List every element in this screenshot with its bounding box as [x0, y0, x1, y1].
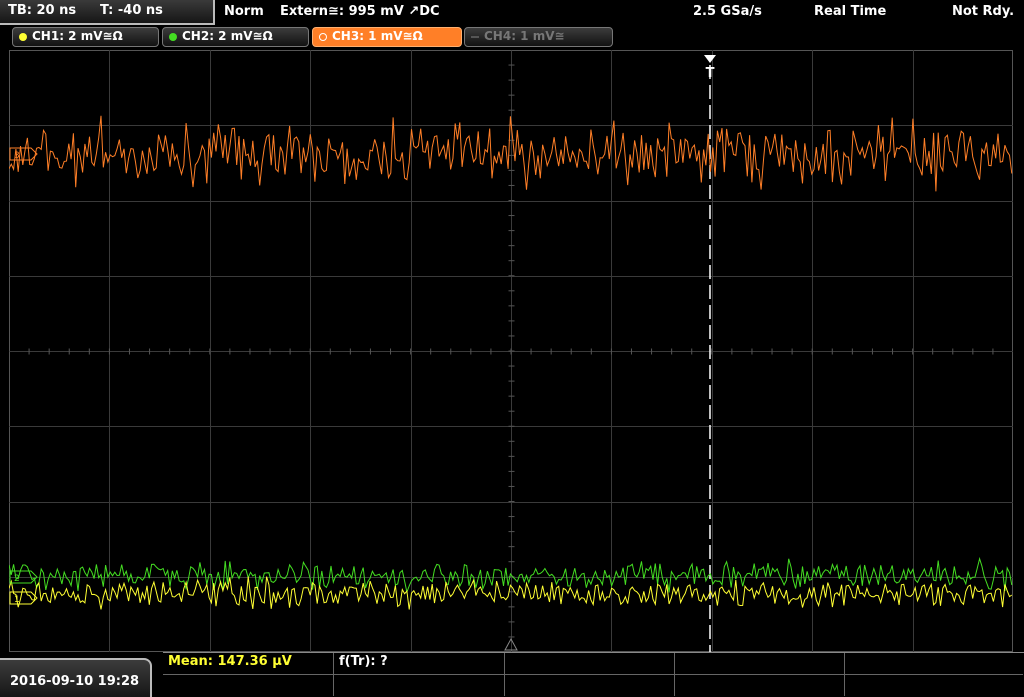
channel-1-button[interactable]: CH1: 2 mV≅Ω — [12, 27, 159, 47]
measurement-cell-3[interactable] — [505, 653, 675, 675]
measurement-cell-8[interactable] — [505, 675, 675, 696]
channel-2-indicator-icon — [169, 33, 177, 41]
channel-3-label: CH3: 1 mV≅Ω — [332, 29, 423, 43]
measurement-mean: Mean: 147.36 µV — [168, 654, 292, 669]
channel-1-indicator-icon — [19, 33, 27, 41]
trigger-mode[interactable]: Norm — [224, 4, 264, 19]
acquisition-status: Not Rdy. — [952, 4, 1015, 19]
channel-1-label: CH1: 2 mV≅Ω — [32, 29, 123, 43]
waveform-canvas: T 3 2 1 — [8, 49, 1013, 652]
trigger-marker-icon[interactable] — [704, 55, 716, 63]
measurement-frequency: f(Tr): ? — [339, 654, 388, 669]
timebase-value: TB: 20 ns — [8, 3, 77, 18]
measurement-cell-1[interactable]: Mean: 147.36 µV — [163, 653, 334, 675]
measurement-table[interactable]: Mean: 147.36 µV f(Tr): ? — [163, 652, 1024, 696]
measurement-cell-9[interactable] — [675, 675, 845, 696]
trigger-source[interactable]: Extern≅: 995 mV ↗DC — [280, 4, 440, 19]
bottom-bar: 2016-09-10 19:28 Mean: 147.36 µV f(Tr): … — [0, 652, 1024, 697]
svg-text:1: 1 — [14, 595, 20, 605]
sample-rate: 2.5 GSa/s — [693, 4, 762, 19]
measurement-cell-5[interactable] — [845, 653, 1023, 675]
waveform-display[interactable]: T 3 2 1 — [8, 49, 1013, 652]
measurement-cell-10[interactable] — [845, 675, 1023, 696]
datetime-text: 2016-09-10 19:28 — [10, 674, 140, 689]
measurement-cell-2[interactable]: f(Tr): ? — [334, 653, 505, 675]
channel-3-button[interactable]: CH3: 1 mV≅Ω — [312, 27, 462, 47]
channel-2-label: CH2: 2 mV≅Ω — [182, 29, 273, 43]
measurement-cell-7[interactable] — [334, 675, 505, 696]
acquisition-mode: Real Time — [814, 4, 887, 19]
channel-4-label: CH4: 1 mV≅ — [484, 29, 565, 43]
top-status-bar: TB: 20 ns T: -40 ns Norm Extern≅: 995 mV… — [0, 0, 1024, 25]
channel-4-button[interactable]: CH4: 1 mV≅ — [464, 27, 613, 47]
channel-2-button[interactable]: CH2: 2 mV≅Ω — [162, 27, 309, 47]
channel-4-indicator-icon — [471, 36, 479, 38]
trigger-offset-value: T: -40 ns — [100, 3, 163, 18]
trigger-marker-label: T — [706, 66, 715, 81]
channel-3-indicator-icon — [319, 33, 327, 41]
measurement-cell-6[interactable] — [163, 675, 334, 696]
svg-text:2: 2 — [14, 574, 20, 584]
channel-3-trace — [8, 115, 1013, 192]
datetime-panel: 2016-09-10 19:28 — [0, 658, 152, 697]
measurement-cell-4[interactable] — [675, 653, 845, 675]
channel-bar: CH1: 2 mV≅Ω CH2: 2 mV≅Ω CH3: 1 mV≅Ω CH4:… — [0, 25, 1024, 49]
timebase-panel[interactable]: TB: 20 ns T: -40 ns — [0, 0, 215, 25]
svg-text:3: 3 — [14, 151, 20, 161]
